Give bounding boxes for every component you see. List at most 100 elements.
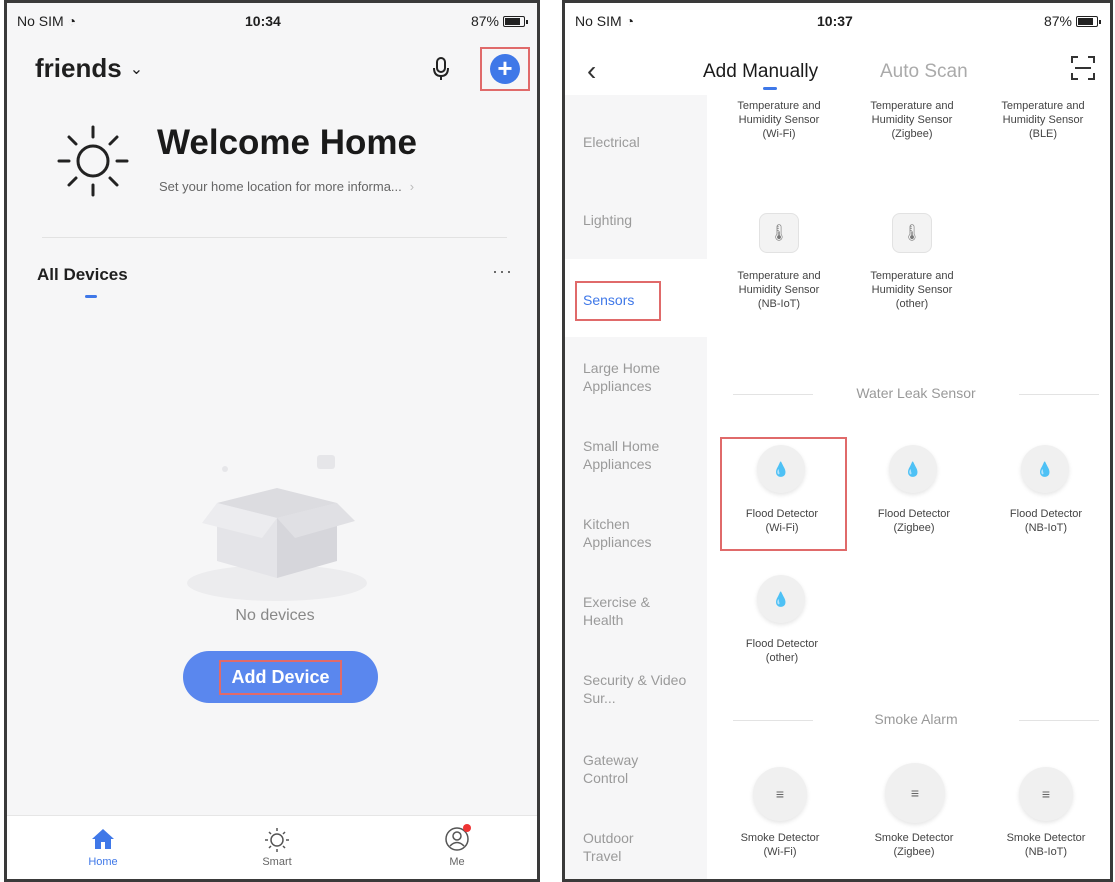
battery-status: 87% bbox=[471, 13, 528, 29]
water-drop-icon: 💧 bbox=[889, 445, 937, 493]
more-icon[interactable]: ··· bbox=[492, 261, 513, 282]
section-divider bbox=[733, 720, 813, 721]
battery-icon bbox=[1076, 15, 1101, 27]
device-smoke-wifi[interactable]: Smoke Detector (Wi-Fi) bbox=[716, 831, 844, 859]
water-drop-icon: 💧 bbox=[1021, 445, 1069, 493]
section-divider bbox=[1019, 394, 1099, 395]
section-title: Water Leak Sensor bbox=[856, 385, 976, 401]
welcome-title: Welcome Home bbox=[157, 123, 417, 162]
category-security-video[interactable]: Security & Video Sur... bbox=[583, 671, 693, 707]
add-device-screen: No SIM ◔ 10:37 87% ‹ Add Manually Auto S… bbox=[562, 0, 1113, 882]
device-name: Smoke Detector bbox=[1006, 832, 1086, 844]
back-icon[interactable]: ‹ bbox=[587, 55, 596, 87]
device-th-wifi[interactable]: Temperature and Humidity Sensor (Wi-Fi) bbox=[715, 99, 843, 141]
smoke-icon: ≡ bbox=[753, 767, 807, 821]
divider bbox=[42, 237, 507, 238]
category-large-home-appliances[interactable]: Large Home Appliances bbox=[583, 359, 693, 395]
home-screen: No SIM ◔ 10:34 87% friends ⌄ + Welcome H… bbox=[4, 0, 540, 882]
section-smoke-alarm: Smoke Alarm bbox=[725, 711, 1107, 727]
wifi-icon: ◔ bbox=[625, 13, 635, 29]
tab-smart-label: Smart bbox=[262, 856, 292, 868]
device-flood-wifi[interactable]: Flood Detector (Wi-Fi) bbox=[718, 507, 846, 535]
device-name: Flood Detector bbox=[745, 638, 819, 650]
device-protocol: (Zigbee) bbox=[893, 522, 935, 534]
add-device-button[interactable]: Add Device bbox=[183, 651, 378, 703]
device-th-nbiot[interactable]: Temperature and Humidity Sensor (NB-IoT) bbox=[715, 269, 843, 311]
tab-me-label: Me bbox=[449, 856, 465, 868]
device-protocol: (BLE) bbox=[1028, 128, 1058, 140]
category-lighting[interactable]: Lighting bbox=[583, 211, 632, 229]
device-name: Temperature and Humidity Sensor bbox=[737, 270, 821, 296]
category-kitchen-appliances[interactable]: Kitchen Appliances bbox=[583, 515, 673, 551]
device-th-other[interactable]: Temperature and Humidity Sensor (other) bbox=[848, 269, 976, 311]
category-outdoor-travel[interactable]: Outdoor Travel bbox=[583, 829, 663, 865]
category-sidebar: Electrical Lighting Sensors Large Home A… bbox=[565, 95, 707, 879]
clock: 10:34 bbox=[245, 13, 281, 29]
device-th-ble[interactable]: Temperature and Humidity Sensor (BLE) bbox=[979, 99, 1107, 141]
box-icon bbox=[187, 455, 367, 601]
smoke-icon: ≡ bbox=[1019, 767, 1073, 821]
notification-badge bbox=[463, 824, 471, 832]
tab-all-devices[interactable]: All Devices bbox=[37, 265, 128, 285]
battery-status: 87% bbox=[1044, 13, 1101, 29]
device-th-zigbee[interactable]: Temperature and Humidity Sensor (Zigbee) bbox=[848, 99, 976, 141]
device-name: Flood Detector bbox=[1009, 508, 1083, 520]
device-smoke-nbiot[interactable]: Smoke Detector (NB-IoT) bbox=[982, 831, 1110, 859]
carrier-label: No SIM ◔ bbox=[575, 13, 635, 29]
mic-icon[interactable] bbox=[431, 55, 451, 83]
clock: 10:37 bbox=[817, 13, 853, 29]
device-name: Flood Detector bbox=[877, 508, 951, 520]
device-protocol: (Zigbee) bbox=[891, 128, 933, 140]
device-protocol: (other) bbox=[895, 298, 929, 310]
tab-auto-scan[interactable]: Auto Scan bbox=[880, 61, 968, 83]
empty-state-text: No devices bbox=[235, 607, 315, 624]
device-name: Smoke Detector bbox=[874, 832, 954, 844]
tab-smart[interactable]: Smart bbox=[237, 822, 317, 868]
device-protocol: (Wi-Fi) bbox=[763, 846, 797, 858]
wifi-icon: ◔ bbox=[67, 13, 77, 29]
device-name: Smoke Detector bbox=[740, 832, 820, 844]
home-selector[interactable]: friends ⌄ bbox=[35, 53, 143, 84]
carrier-label: No SIM ◔ bbox=[17, 13, 77, 29]
welcome-subtitle: Set your home location for more informa.… bbox=[159, 179, 402, 194]
thermometer-icon: 🌡 bbox=[892, 213, 932, 253]
device-flood-zigbee[interactable]: Flood Detector (Zigbee) bbox=[850, 507, 978, 535]
tab-indicator bbox=[763, 87, 777, 90]
tab-home[interactable]: Home bbox=[63, 822, 143, 868]
status-bar: No SIM ◔ 10:34 87% bbox=[7, 3, 537, 37]
category-gateway-control[interactable]: Gateway Control bbox=[583, 751, 663, 787]
device-name: Temperature and Humidity Sensor bbox=[1001, 100, 1085, 126]
add-button[interactable]: + bbox=[480, 47, 530, 91]
device-name: Temperature and Humidity Sensor bbox=[870, 270, 954, 296]
home-name: friends bbox=[35, 53, 122, 83]
device-flood-other[interactable]: Flood Detector (other) bbox=[718, 637, 846, 665]
category-sensors[interactable]: Sensors bbox=[583, 291, 634, 309]
water-drop-icon: 💧 bbox=[757, 575, 805, 623]
category-exercise-health[interactable]: Exercise & Health bbox=[583, 593, 663, 629]
chevron-down-icon: ⌄ bbox=[129, 60, 144, 78]
add-device-label: Add Device bbox=[219, 659, 342, 695]
battery-icon bbox=[503, 15, 528, 27]
tab-me[interactable]: Me bbox=[417, 822, 497, 868]
device-protocol: (Zigbee) bbox=[893, 846, 935, 858]
tab-add-manually[interactable]: Add Manually bbox=[703, 61, 818, 83]
section-water-leak-sensor: Water Leak Sensor bbox=[725, 385, 1107, 401]
category-electrical[interactable]: Electrical bbox=[583, 133, 640, 151]
category-small-home-appliances[interactable]: Small Home Appliances bbox=[583, 437, 693, 473]
scan-icon[interactable] bbox=[1070, 55, 1096, 81]
sun-icon bbox=[57, 125, 129, 197]
bottom-tab-bar: Home Smart Me bbox=[7, 815, 537, 879]
device-smoke-zigbee[interactable]: Smoke Detector (Zigbee) bbox=[850, 831, 978, 859]
section-title: Smoke Alarm bbox=[874, 711, 958, 727]
device-flood-nbiot[interactable]: Flood Detector (NB-IoT) bbox=[982, 507, 1110, 535]
device-name: Temperature and Humidity Sensor bbox=[870, 100, 954, 126]
set-location-link[interactable]: Set your home location for more informa.… bbox=[159, 179, 414, 194]
thermometer-icon: 🌡 bbox=[759, 213, 799, 253]
device-protocol: (Wi-Fi) bbox=[765, 522, 799, 534]
device-protocol: (NB-IoT) bbox=[757, 298, 801, 310]
device-protocol: (NB-IoT) bbox=[1024, 522, 1068, 534]
device-name: Temperature and Humidity Sensor bbox=[737, 100, 821, 126]
device-protocol: (other) bbox=[765, 652, 799, 664]
section-divider bbox=[733, 394, 813, 395]
tab-indicator bbox=[85, 295, 97, 298]
